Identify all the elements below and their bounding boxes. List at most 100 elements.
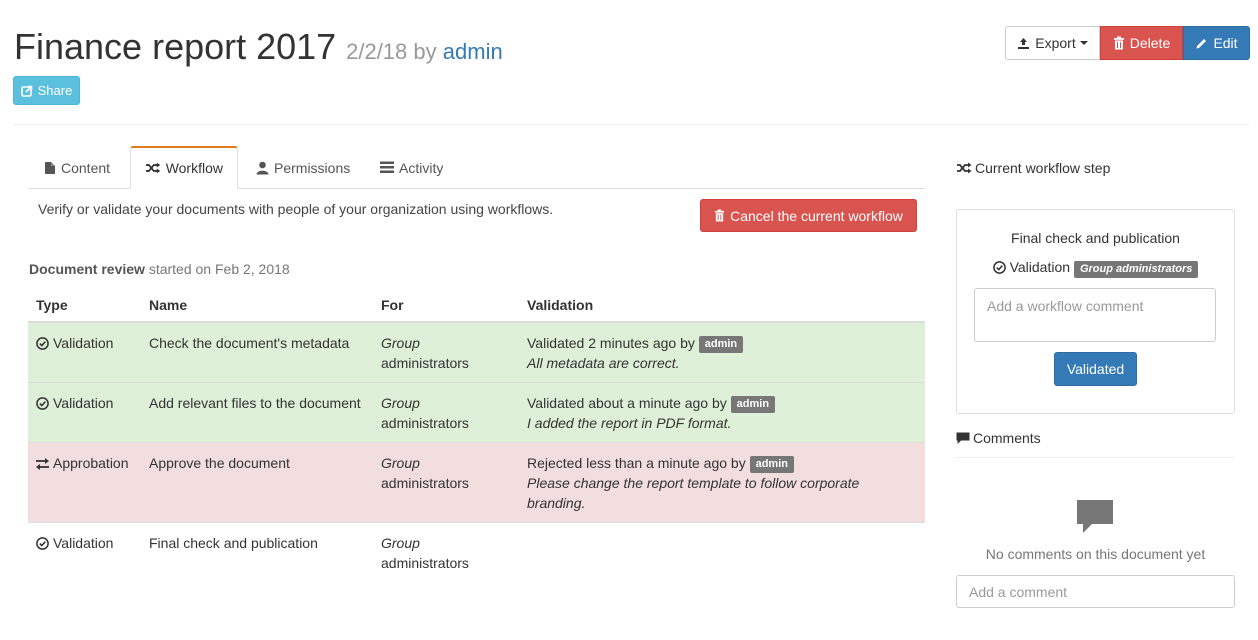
column-header-type: Type <box>28 288 141 323</box>
step-name: Add relevant files to the document <box>141 382 373 443</box>
pencil-icon <box>1196 38 1207 48</box>
current-step-type: Validation Group administrators <box>956 259 1235 278</box>
table-row: Approbation Approve the document Group a… <box>28 442 925 523</box>
review-started: started on Feb 2, 2018 <box>148 261 290 277</box>
step-type: Validation <box>53 395 114 411</box>
check-circle-icon <box>36 397 49 410</box>
workflow-steps-table: Type Name For Validation Validation Chec… <box>28 288 925 582</box>
validation-comment: Please change the report template to fol… <box>527 475 860 511</box>
review-name: Document review <box>29 261 145 277</box>
comments-heading: Comments <box>956 430 1041 446</box>
check-circle-icon <box>992 261 1006 274</box>
step-for: Group administrators <box>373 442 519 523</box>
tab-label: Workflow <box>165 160 223 176</box>
step-for: Group administrators <box>373 522 519 582</box>
workflow-description: Verify or validate your documents with p… <box>38 201 554 217</box>
edit-label: Edit <box>1213 35 1238 51</box>
step-type: Validation <box>53 535 114 551</box>
header-divider <box>13 124 1249 125</box>
empty-comments-icon <box>1076 499 1114 538</box>
for-group-name: administrators <box>381 475 469 491</box>
step-type: Approbation <box>53 455 129 471</box>
validator-badge: admin <box>698 336 744 353</box>
tab-permissions[interactable]: Permissions <box>256 146 350 189</box>
workflow-comment-input[interactable] <box>974 288 1216 342</box>
step-name: Approve the document <box>141 442 373 523</box>
step-name: Final check and publication <box>141 522 373 582</box>
step-validation <box>519 522 925 582</box>
tab-label: Activity <box>399 159 444 176</box>
review-info: Document review started on Feb 2, 2018 <box>29 261 290 277</box>
column-header-name: Name <box>141 288 373 323</box>
tab-activity[interactable]: Activity <box>380 146 443 189</box>
tab-label: Content <box>61 159 111 176</box>
share-button[interactable]: Share <box>13 76 80 105</box>
shuffle-icon <box>957 162 972 174</box>
document-meta: 2/2/18 by admin <box>346 39 503 64</box>
table-row: Validation Check the document's metadata… <box>28 321 925 383</box>
validation-status: Validated about a minute ago by <box>527 395 727 411</box>
validated-button[interactable]: Validated <box>1054 352 1137 386</box>
no-comments-text: No comments on this document yet <box>985 546 1206 562</box>
step-type-cell: Validation <box>28 382 141 443</box>
trash-icon <box>1113 36 1124 50</box>
tab-label: Permissions <box>274 159 351 176</box>
column-header-validation: Validation <box>519 288 925 323</box>
step-validation: Validated 2 minutes ago by admin All met… <box>519 321 925 383</box>
group-badge: Group administrators <box>1073 261 1199 278</box>
step-for: Group administrators <box>373 382 519 443</box>
share-icon <box>20 85 32 97</box>
export-icon <box>1018 37 1030 49</box>
current-step-title: Final check and publication <box>1011 230 1180 246</box>
for-group-name: administrators <box>381 415 469 431</box>
share-label: Share <box>37 83 73 98</box>
transfer-icon <box>36 458 49 470</box>
step-type-cell: Validation <box>28 321 141 383</box>
validator-badge: admin <box>749 456 794 473</box>
current-step-type-label: Validation <box>1009 259 1071 275</box>
delete-label: Delete <box>1129 35 1171 51</box>
list-icon <box>380 161 394 173</box>
validation-status: Validated 2 minutes ago by <box>527 335 695 351</box>
comments-heading-label: Comments <box>973 430 1041 446</box>
for-group-label: Group <box>381 455 420 471</box>
validator-badge: admin <box>730 396 776 413</box>
cancel-workflow-label: Cancel the current workflow <box>730 207 903 224</box>
for-group-label: Group <box>381 335 420 351</box>
user-icon <box>256 161 269 174</box>
page-title: Finance report 2017 <box>14 26 337 67</box>
author-link[interactable]: admin <box>443 39 503 64</box>
caret-down-icon <box>1079 41 1088 45</box>
table-row: Validation Add relevant files to the doc… <box>28 382 925 443</box>
document-header: Finance report 2017 2/2/18 by admin <box>14 26 503 68</box>
for-group-name: administrators <box>381 555 469 571</box>
tab-workflow[interactable]: Workflow <box>130 146 238 189</box>
step-name: Check the document's metadata <box>141 321 373 383</box>
step-validation: Validated about a minute ago by admin I … <box>519 382 925 443</box>
step-type: Validation <box>53 335 114 351</box>
validation-comment: I added the report in PDF format. <box>527 415 732 431</box>
step-type-cell: Validation <box>28 522 141 582</box>
edit-button[interactable]: Edit <box>1183 26 1250 60</box>
step-validation: Rejected less than a minute ago by admin… <box>519 442 925 523</box>
add-comment-input[interactable] <box>956 575 1235 608</box>
for-group-label: Group <box>381 395 420 411</box>
comment-icon <box>956 432 970 444</box>
for-group-label: Group <box>381 535 420 551</box>
for-group-name: administrators <box>381 355 469 371</box>
export-button[interactable]: Export <box>1005 26 1100 60</box>
cancel-workflow-button[interactable]: Cancel the current workflow <box>700 199 917 232</box>
check-circle-icon <box>36 537 49 550</box>
step-for: Group administrators <box>373 321 519 383</box>
validation-comment: All metadata are correct. <box>527 355 680 371</box>
file-icon <box>45 161 55 174</box>
delete-button[interactable]: Delete <box>1100 26 1183 60</box>
comments-divider <box>956 457 1235 458</box>
shuffle-icon <box>145 162 161 174</box>
column-header-for: For <box>373 288 519 323</box>
table-header-row: Type Name For Validation <box>28 288 925 323</box>
document-date: 2/2/18 <box>346 39 408 64</box>
trash-icon <box>715 209 725 222</box>
current-step-heading-label: Current workflow step <box>975 160 1111 176</box>
tab-content[interactable]: Content <box>44 146 110 189</box>
